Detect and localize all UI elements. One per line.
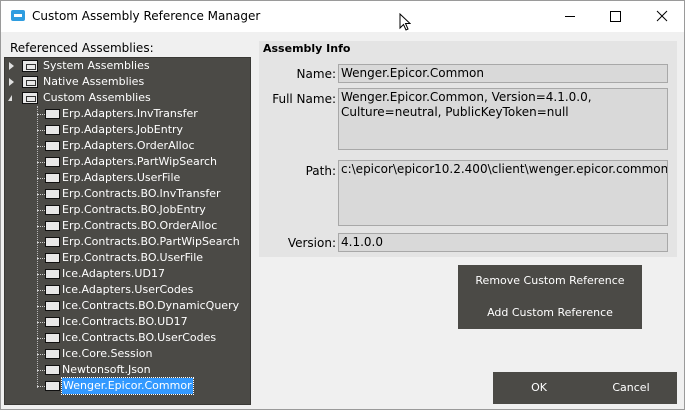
tree-item-assembly[interactable]: Erp.Contracts.BO.InvTransfer xyxy=(5,186,248,202)
tree-item-assembly[interactable]: Erp.Contracts.BO.UserFile xyxy=(5,250,248,266)
tree-item-assembly[interactable]: Ice.Adapters.UD17 xyxy=(5,266,248,282)
ok-button[interactable]: OK xyxy=(493,372,585,404)
dialog-buttons: OK Cancel xyxy=(493,372,677,404)
tree-item-assembly[interactable]: Ice.Contracts.BO.DynamicQuery xyxy=(5,298,248,314)
tree-item-assembly[interactable]: Erp.Adapters.PartWipSearch xyxy=(5,154,248,170)
tree-item-assembly[interactable]: Erp.Contracts.BO.PartWipSearch xyxy=(5,234,248,250)
add-custom-reference-button[interactable]: Add Custom Reference xyxy=(458,297,642,329)
tree-item-assembly[interactable]: Erp.Adapters.OrderAlloc xyxy=(5,138,248,154)
maximize-button[interactable] xyxy=(593,1,639,32)
assembly-icon xyxy=(45,221,60,231)
minimize-icon xyxy=(565,16,575,17)
assembly-icon xyxy=(45,253,60,263)
reference-actions: Remove Custom Reference Add Custom Refer… xyxy=(458,265,642,329)
assembly-icon xyxy=(45,333,60,343)
close-button[interactable] xyxy=(639,1,685,32)
tree-item-assembly[interactable]: Ice.Adapters.UserCodes xyxy=(5,282,248,298)
assembly-icon xyxy=(45,173,60,183)
assembly-icon xyxy=(45,125,60,135)
close-icon xyxy=(656,10,668,22)
name-label: Name: xyxy=(296,67,336,81)
assembly-group-icon xyxy=(22,92,38,104)
tree-item-assembly[interactable]: Erp.Contracts.BO.JobEntry xyxy=(5,202,248,218)
window-icon xyxy=(11,10,25,21)
cancel-button[interactable]: Cancel xyxy=(585,372,677,404)
mouse-cursor-icon xyxy=(399,13,411,31)
full-name-label: Full Name: xyxy=(272,92,336,106)
tree-item-assembly[interactable]: Erp.Contracts.BO.OrderAlloc xyxy=(5,218,248,234)
minimize-button[interactable] xyxy=(547,1,593,32)
name-field[interactable]: Wenger.Epicor.Common xyxy=(338,64,668,83)
path-label: Path: xyxy=(305,164,336,178)
expand-arrow-icon[interactable] xyxy=(9,78,14,86)
dialog-window: Custom Assembly Reference Manager Refere… xyxy=(0,0,685,410)
version-label: Version: xyxy=(287,236,336,250)
tree-item-assembly[interactable]: Newtonsoft.Json xyxy=(5,362,248,378)
assembly-icon xyxy=(45,141,60,151)
assembly-icon xyxy=(45,157,60,167)
assembly-info-panel: Assembly Info Name: Wenger.Epicor.Common… xyxy=(259,41,677,257)
assembly-icon xyxy=(45,381,60,391)
assembly-icon xyxy=(45,301,60,311)
assembly-icon xyxy=(45,189,60,199)
assembly-icon xyxy=(45,237,60,247)
assembly-icon xyxy=(45,285,60,295)
assembly-icon xyxy=(45,109,60,119)
tree-item-assembly-selected[interactable]: Wenger.Epicor.Commor xyxy=(5,377,248,395)
referenced-assemblies-label: Referenced Assemblies: xyxy=(10,41,154,55)
tree-item-assembly[interactable]: Ice.Contracts.BO.UserCodes xyxy=(5,330,248,346)
assembly-info-title: Assembly Info xyxy=(263,42,351,55)
remove-custom-reference-button[interactable]: Remove Custom Reference xyxy=(458,265,642,297)
assembly-icon xyxy=(45,205,60,215)
tree-group-native[interactable]: Native Assemblies xyxy=(5,74,248,90)
assembly-icon xyxy=(45,365,60,375)
full-name-field[interactable]: Wenger.Epicor.Common, Version=4.1.0.0, C… xyxy=(338,88,668,150)
assembly-icon xyxy=(45,269,60,279)
assembly-group-icon xyxy=(22,76,38,88)
expand-arrow-icon[interactable] xyxy=(9,62,14,70)
path-field[interactable]: c:\epicor\epicor10.2.400\client\wenger.e… xyxy=(338,160,668,226)
assembly-icon xyxy=(45,317,60,327)
tree-item-assembly[interactable]: Erp.Adapters.JobEntry xyxy=(5,122,248,138)
tree-item-assembly[interactable]: Ice.Core.Session xyxy=(5,346,248,362)
maximize-icon xyxy=(610,11,621,22)
tree-group-system[interactable]: System Assemblies xyxy=(5,58,248,74)
tree-item-assembly[interactable]: Erp.Adapters.InvTransfer xyxy=(5,106,248,122)
tree-item-assembly[interactable]: Ice.Contracts.BO.UD17 xyxy=(5,314,248,330)
title-bar[interactable]: Custom Assembly Reference Manager xyxy=(1,1,684,32)
tree-group-custom[interactable]: Custom Assemblies xyxy=(5,90,248,106)
tree-item-assembly[interactable]: Erp.Adapters.UserFile xyxy=(5,170,248,186)
window-title: Custom Assembly Reference Manager xyxy=(32,9,261,23)
assembly-group-icon xyxy=(22,60,38,72)
assembly-tree[interactable]: System Assemblies Native Assemblies Cust… xyxy=(4,57,251,405)
assembly-icon xyxy=(45,349,60,359)
collapse-arrow-icon[interactable] xyxy=(8,95,12,101)
version-field[interactable]: 4.1.0.0 xyxy=(338,233,668,252)
